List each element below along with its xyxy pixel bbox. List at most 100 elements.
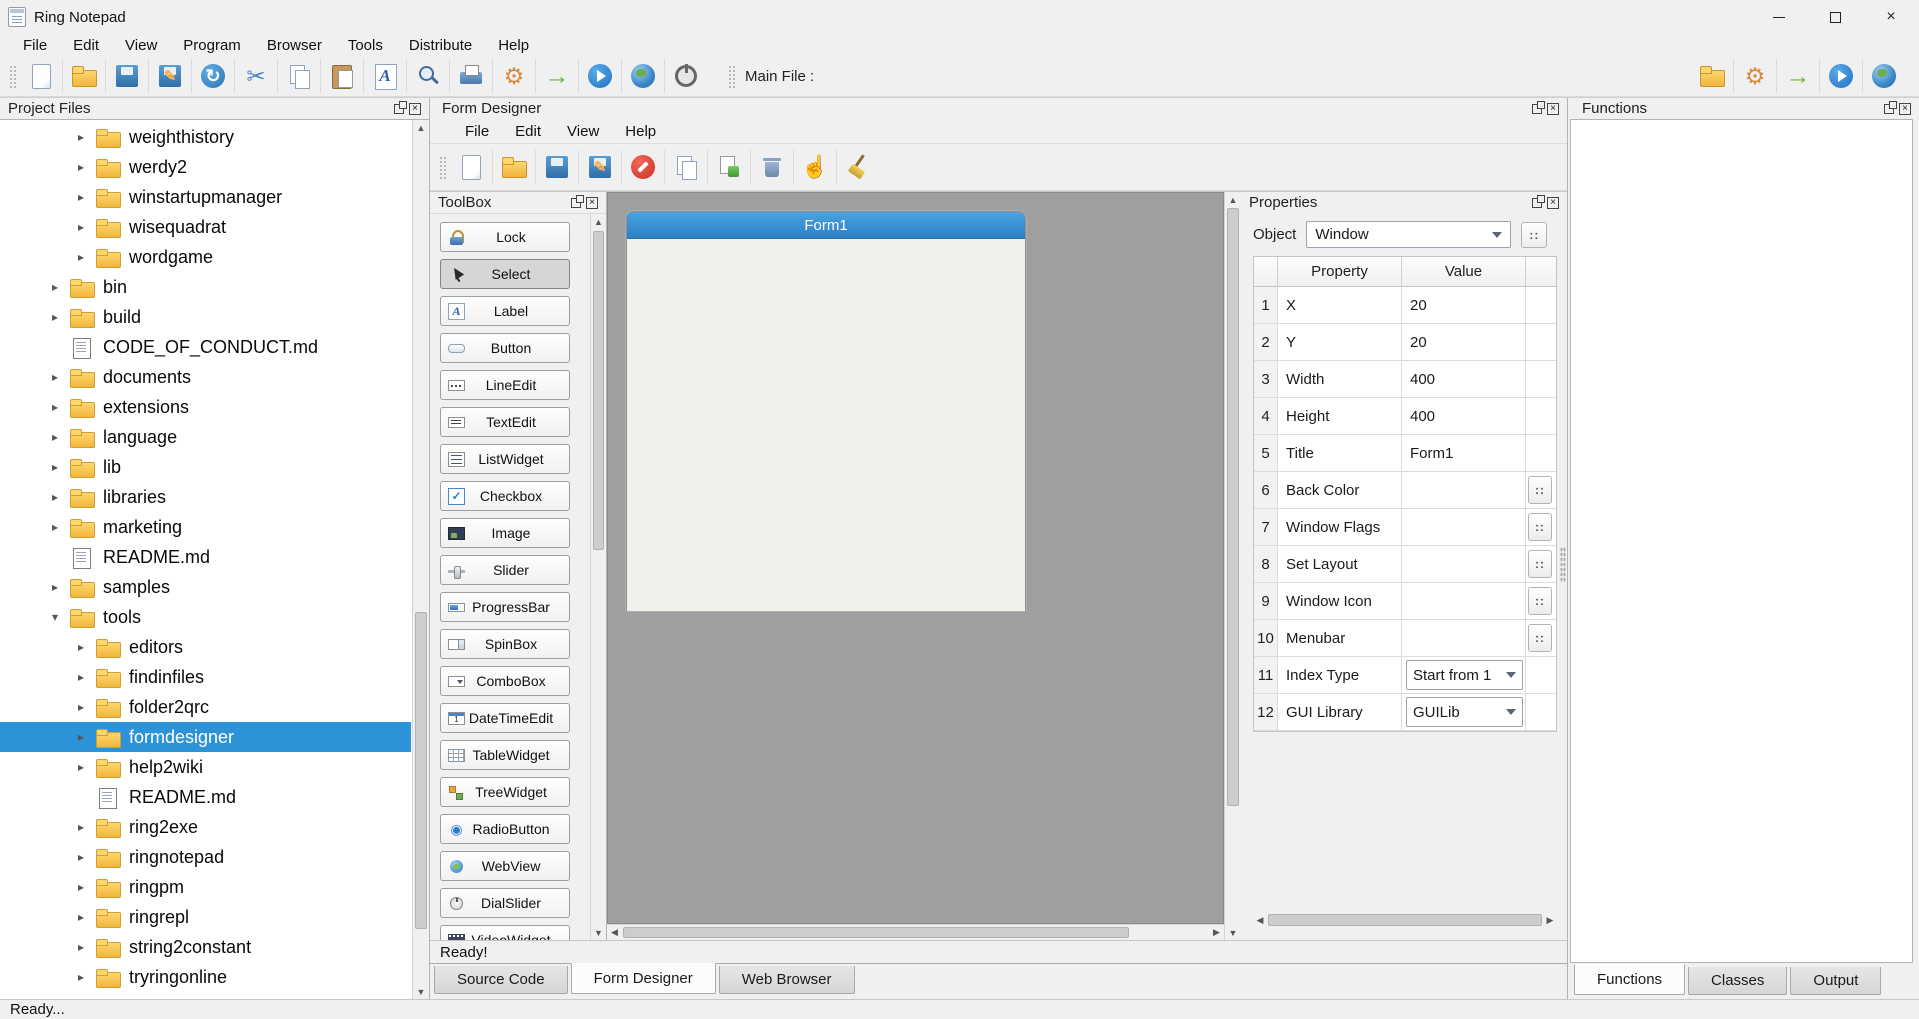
- run-gui-icon[interactable]: [622, 59, 665, 93]
- tree-item[interactable]: formdesigner: [0, 722, 411, 752]
- power-icon[interactable]: [665, 59, 707, 93]
- menu-view[interactable]: View: [112, 34, 170, 56]
- property-row[interactable]: 9 Window Icon: [1254, 583, 1556, 620]
- scroll-down-icon[interactable]: ▼: [413, 984, 429, 999]
- save-form-icon[interactable]: [536, 150, 579, 184]
- scroll-down-icon[interactable]: ▼: [1225, 925, 1241, 940]
- copy-icon[interactable]: [278, 59, 321, 93]
- property-row[interactable]: 8 Set Layout: [1254, 546, 1556, 583]
- fd-menu-view[interactable]: View: [554, 120, 612, 142]
- scroll-up-icon[interactable]: ▲: [413, 120, 429, 135]
- expand-arrow-icon[interactable]: [78, 820, 96, 834]
- detail-button[interactable]: ::: [1528, 476, 1552, 504]
- tab-web-browser[interactable]: Web Browser: [719, 966, 855, 994]
- property-value[interactable]: 20: [1410, 334, 1427, 351]
- tree-item[interactable]: language: [0, 422, 411, 452]
- toolbox-button-button[interactable]: Button: [440, 333, 570, 363]
- open-folder-icon[interactable]: [63, 59, 106, 93]
- tab-functions[interactable]: Functions: [1574, 964, 1685, 995]
- toolbox-radiobutton-button[interactable]: ◉ RadioButton: [440, 814, 570, 844]
- toolbox-lineedit-button[interactable]: LineEdit: [440, 370, 570, 400]
- expand-arrow-icon[interactable]: [78, 940, 96, 954]
- scroll-up-icon[interactable]: ▲: [1225, 192, 1241, 207]
- expand-arrow-icon[interactable]: [78, 850, 96, 864]
- tree-item[interactable]: findinfiles: [0, 662, 411, 692]
- scroll-down-icon[interactable]: ▼: [591, 925, 606, 940]
- detail-button[interactable]: ::: [1528, 624, 1552, 652]
- run-icon[interactable]: [1820, 59, 1863, 93]
- clear-form-icon[interactable]: [837, 150, 879, 184]
- tree-item[interactable]: bin: [0, 272, 411, 302]
- expand-arrow-icon[interactable]: [52, 280, 70, 294]
- scroll-right-icon[interactable]: ▶: [1543, 912, 1557, 928]
- close-panel-icon[interactable]: ×: [586, 197, 598, 209]
- toolbar-grip[interactable]: [8, 64, 16, 88]
- float-panel-icon[interactable]: [1532, 104, 1542, 114]
- tree-item[interactable]: ringpm: [0, 872, 411, 902]
- menu-file[interactable]: File: [10, 34, 60, 56]
- tree-item[interactable]: tryringonline: [0, 962, 411, 992]
- property-column-header[interactable]: Property: [1278, 257, 1402, 287]
- splitter-handle[interactable]: [1560, 547, 1566, 583]
- expand-arrow-icon[interactable]: [52, 400, 70, 414]
- new-file-icon[interactable]: [20, 59, 63, 93]
- tree-scrollbar[interactable]: ▲ ▼: [412, 120, 429, 999]
- float-panel-icon[interactable]: [571, 198, 581, 208]
- detail-button[interactable]: ::: [1528, 513, 1552, 541]
- paste-icon[interactable]: [321, 59, 364, 93]
- toolbox-image-button[interactable]: Image: [440, 518, 570, 548]
- toolbox-webview-button[interactable]: WebView: [440, 851, 570, 881]
- cut-icon[interactable]: ✂: [235, 59, 278, 93]
- expand-arrow-icon[interactable]: [78, 250, 96, 264]
- maximize-button[interactable]: [1807, 0, 1863, 34]
- properties-horizontal-scrollbar[interactable]: ◀ ▶: [1253, 912, 1557, 928]
- tree-item[interactable]: ringrepl: [0, 902, 411, 932]
- property-value[interactable]: 400: [1410, 408, 1435, 425]
- tree-item[interactable]: werdy2: [0, 152, 411, 182]
- toolbox-lock-button[interactable]: Lock: [440, 222, 570, 252]
- property-row[interactable]: 4 Height 400 400: [1254, 398, 1556, 435]
- print-icon[interactable]: [450, 59, 493, 93]
- toolbox-combobox-button[interactable]: ComboBox: [440, 666, 570, 696]
- expand-arrow-icon[interactable]: [78, 160, 96, 174]
- tree-item[interactable]: samples: [0, 572, 411, 602]
- expand-arrow-icon[interactable]: [52, 490, 70, 504]
- open-form-icon[interactable]: [493, 150, 536, 184]
- detail-button[interactable]: ::: [1528, 587, 1552, 615]
- save-icon[interactable]: [106, 59, 149, 93]
- menu-program[interactable]: Program: [170, 34, 254, 56]
- tree-item[interactable]: CODE_OF_CONDUCT.md: [0, 332, 411, 362]
- expand-arrow-icon[interactable]: [52, 580, 70, 594]
- toolbar-grip[interactable]: [438, 155, 446, 179]
- tab-form-designer[interactable]: Form Designer: [571, 963, 716, 994]
- designed-form[interactable]: Form1: [626, 211, 1026, 611]
- tree-item[interactable]: documents: [0, 362, 411, 392]
- save-as-icon[interactable]: ✎: [149, 59, 192, 93]
- canvas-horizontal-scrollbar[interactable]: ◀ ▶: [607, 924, 1224, 940]
- expand-arrow-icon[interactable]: [78, 190, 96, 204]
- tree-item[interactable]: string2constant: [0, 932, 411, 962]
- pointer-tool-icon[interactable]: ☝: [794, 150, 837, 184]
- tree-item[interactable]: README.md: [0, 542, 411, 572]
- toolbox-label-button[interactable]: A Label: [440, 296, 570, 326]
- property-value[interactable]: 20: [1410, 297, 1427, 314]
- menu-browser[interactable]: Browser: [254, 34, 335, 56]
- canvas-vertical-scrollbar[interactable]: ▲ ▼: [1224, 192, 1241, 940]
- open-folder-icon[interactable]: [1691, 59, 1734, 93]
- tree-item[interactable]: editors: [0, 632, 411, 662]
- property-row[interactable]: 10 Menubar: [1254, 620, 1556, 657]
- fd-menu-help[interactable]: Help: [612, 120, 669, 142]
- tree-item[interactable]: wordgame: [0, 242, 411, 272]
- paste-widgets-icon[interactable]: [708, 150, 751, 184]
- tree-item[interactable]: lib: [0, 452, 411, 482]
- expand-arrow-icon[interactable]: [52, 460, 70, 474]
- toolbox-textedit-button[interactable]: TextEdit: [440, 407, 570, 437]
- property-row[interactable]: 12 GUI Library GUILib GUILib: [1254, 694, 1556, 731]
- expand-arrow-icon[interactable]: [52, 370, 70, 384]
- run-noconsole-icon[interactable]: →: [536, 59, 579, 93]
- menu-distribute[interactable]: Distribute: [396, 34, 485, 56]
- property-row[interactable]: 3 Width 400 400: [1254, 361, 1556, 398]
- tree-item[interactable]: wisequadrat: [0, 212, 411, 242]
- tab-classes[interactable]: Classes: [1688, 967, 1787, 995]
- toolbox-progressbar-button[interactable]: ProgressBar: [440, 592, 570, 622]
